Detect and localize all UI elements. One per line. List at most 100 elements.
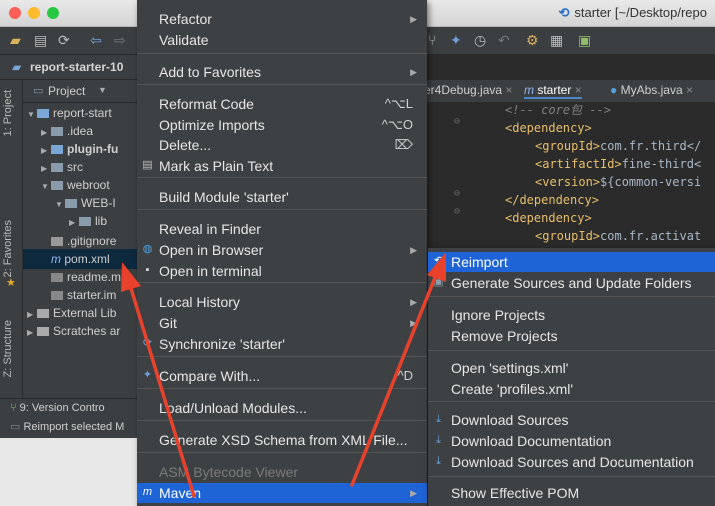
tree-item-pom-xml[interactable]: m pom.xml xyxy=(23,249,140,269)
star-icon: ★ xyxy=(6,277,16,289)
menu-item-compare-with[interactable]: ✦ Compare With... ^D xyxy=(137,366,427,386)
menu-item-label: Build Module 'starter' xyxy=(159,189,289,205)
menu-item-open-in-terminal[interactable]: ▪ Open in terminal xyxy=(137,261,427,281)
menu-item-label: Reformat Code xyxy=(159,96,254,112)
tab-project[interactable]: 1: Project xyxy=(2,90,14,136)
chevron-down-icon[interactable]: ▼ xyxy=(98,85,107,95)
chevron-down-icon[interactable]: ▼ xyxy=(41,177,51,197)
menu-item-optimize-imports[interactable]: Optimize Imports ^⌥O xyxy=(137,115,427,135)
zoom-window-button[interactable] xyxy=(47,7,59,19)
menu-item-mark-as-plain-text[interactable]: ▤ Mark as Plain Text xyxy=(137,156,427,176)
tab-favorites[interactable]: 2: Favorites xyxy=(2,220,14,277)
breadcrumb-project[interactable]: report-starter-10 xyxy=(30,60,123,74)
project-view-selector[interactable]: Project xyxy=(48,84,85,98)
tree-item-label: External Lib xyxy=(53,306,117,320)
code-editor[interactable]: <!-- core包 --> <dependency> <groupId>com.f… xyxy=(420,103,715,261)
menu-item-reveal-in-finder[interactable]: Reveal in Finder xyxy=(137,219,427,239)
menu-item-git[interactable]: Git ▶ xyxy=(137,313,427,333)
folder-icon xyxy=(51,273,63,282)
tree-item-external-lib[interactable]: ▶ External Lib xyxy=(27,303,116,323)
close-icon[interactable]: × xyxy=(683,83,693,97)
tree-item-report-start[interactable]: ▼ report-start xyxy=(27,103,112,123)
sdk-icon[interactable]: ▣ xyxy=(578,32,591,48)
tree-item-starter-im[interactable]: starter.im xyxy=(51,285,116,305)
save-icon[interactable]: ▤ xyxy=(34,32,47,48)
menu-separator xyxy=(137,420,427,421)
tree-item-scratches-ar[interactable]: ▶ Scratches ar xyxy=(27,321,120,341)
forward-icon[interactable]: ⇨ xyxy=(114,32,126,48)
menu-item-label: Refactor xyxy=(159,11,212,27)
sync-icon: ⟳ xyxy=(142,337,153,349)
tree-item-readme-m[interactable]: readme.m xyxy=(51,267,121,287)
menu-item-load-unload-modules[interactable]: Load/Unload Modules... xyxy=(137,398,427,418)
menu-item-remove-projects[interactable]: Remove Projects xyxy=(428,326,715,346)
tree-item-label: Scratches ar xyxy=(53,324,121,338)
vcs-icon[interactable]: ⑂ xyxy=(428,32,436,48)
menu-item-open-settings-xml[interactable]: Open 'settings.xml' xyxy=(428,358,715,378)
xml-tag: <artifactId> xyxy=(535,157,622,171)
tree-item-src[interactable]: ▶ src xyxy=(41,157,83,177)
menu-item-label: Show Effective POM xyxy=(451,485,580,501)
menu-item-download-documentation[interactable]: ⤓ Download Documentation xyxy=(428,431,715,451)
tree-item-label: pom.xml xyxy=(64,252,110,266)
folder-icon xyxy=(37,109,49,118)
menu-item-label: Download Sources and Documentation xyxy=(451,454,694,470)
maven-file-icon: ⟲ xyxy=(558,5,570,20)
fold-icon[interactable]: ⊖ xyxy=(454,188,460,199)
version-control-tab[interactable]: ⑂ 9: Version Contro xyxy=(10,402,105,414)
project-structure-icon[interactable]: ▦ xyxy=(550,32,563,48)
tree-item-plugin-fu[interactable]: ▶ plugin-fu xyxy=(41,139,118,159)
menu-item-refactor[interactable]: Refactor ▶ xyxy=(137,9,427,29)
menu-item-reformat-code[interactable]: Reformat Code ^⌥L xyxy=(137,94,427,114)
menu-item-synchronize-starter[interactable]: ⟳ Synchronize 'starter' xyxy=(137,334,427,354)
revert-icon[interactable]: ↶ xyxy=(498,32,510,48)
bottom-bar: ⑂ 9: Version Contro ▭ Reimport selected … xyxy=(0,398,140,439)
close-icon[interactable]: × xyxy=(502,83,512,97)
menu-item-delete[interactable]: Delete... ⌦ xyxy=(137,135,427,155)
chevron-down-icon[interactable]: ▼ xyxy=(55,195,65,215)
commit-icon[interactable]: ✦ xyxy=(450,32,462,48)
menu-item-open-in-browser[interactable]: ◍ Open in Browser ▶ xyxy=(137,240,427,260)
menu-item-create-profiles-xml[interactable]: Create 'profiles.xml' xyxy=(428,379,715,399)
tab-structure[interactable]: Z: Structure xyxy=(2,320,14,377)
menu-item-local-history[interactable]: Local History ▶ xyxy=(137,292,427,312)
editor-tab-er4debug-java[interactable]: er4Debug.java × xyxy=(424,83,512,97)
menu-item-download-sources-and-documentation[interactable]: ⤓ Download Sources and Documentation xyxy=(428,452,715,472)
code-line: <dependency> xyxy=(505,119,592,137)
menu-separator xyxy=(137,356,427,357)
fold-icon[interactable]: ⊖ xyxy=(454,206,460,217)
close-icon[interactable]: × xyxy=(571,83,582,97)
editor-tab-myabs-java[interactable]: ● MyAbs.java × xyxy=(610,83,693,97)
tree-item-lib[interactable]: ▶ lib xyxy=(69,211,107,231)
menu-item-generate-sources-and-update-folders[interactable]: ▣ Generate Sources and Update Folders xyxy=(428,273,715,293)
chevron-right-icon: ▶ xyxy=(410,318,417,328)
editor-tab-starter[interactable]: m starter × xyxy=(524,83,582,99)
menu-item-maven[interactable]: m Maven ▶ xyxy=(137,483,427,503)
chevron-right-icon[interactable]: ▶ xyxy=(27,323,37,343)
tree-item-gitignore[interactable]: .gitignore xyxy=(51,231,116,251)
menu-item-validate[interactable]: Validate xyxy=(137,30,427,50)
menu-item-show-effective-pom[interactable]: Show Effective POM xyxy=(428,483,715,503)
settings-icon[interactable]: ⚙ xyxy=(526,32,539,48)
back-icon[interactable]: ⇦ xyxy=(90,32,102,48)
menu-item-download-sources[interactable]: ⤓ Download Sources xyxy=(428,410,715,430)
tree-item-webroot[interactable]: ▼ webroot xyxy=(41,175,110,195)
tool-window-strip: 1: Project 2: Favorites ★ Z: Structure xyxy=(0,80,23,410)
menu-item-add-to-favorites[interactable]: Add to Favorites ▶ xyxy=(137,62,427,82)
fold-icon[interactable]: ⊖ xyxy=(454,116,460,127)
menu-item-build-module-starter[interactable]: Build Module 'starter' xyxy=(137,187,427,207)
sync-icon[interactable]: ⟳ xyxy=(58,32,70,48)
xml-tag: <version> xyxy=(535,175,601,189)
tree-item-idea[interactable]: ▶ .idea xyxy=(41,121,93,141)
tree-item-web-i[interactable]: ▼ WEB-I xyxy=(55,193,116,213)
minimize-window-button[interactable] xyxy=(28,7,40,19)
menu-item-ignore-projects[interactable]: Ignore Projects xyxy=(428,305,715,325)
chevron-down-icon[interactable]: ▼ xyxy=(27,105,37,125)
close-window-button[interactable] xyxy=(9,7,21,19)
history-icon[interactable]: ◷ xyxy=(474,32,486,48)
menu-item-reimport[interactable]: ⟲ Reimport xyxy=(428,252,715,272)
open-folder-icon[interactable]: ▰ xyxy=(10,32,21,48)
menu-item-label: Load/Unload Modules... xyxy=(159,400,307,416)
chevron-right-icon[interactable]: ▶ xyxy=(69,213,79,233)
menu-item-generate-xsd-schema-from-xml-file[interactable]: Generate XSD Schema from XML File... xyxy=(137,430,427,450)
